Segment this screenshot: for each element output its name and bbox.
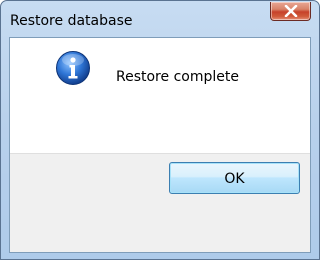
dialog-window: Restore database — [0, 0, 320, 260]
title-bar[interactable]: Restore database — [1, 1, 319, 37]
ok-button[interactable]: OK — [169, 162, 300, 194]
close-button[interactable] — [270, 2, 311, 21]
close-x-icon — [284, 5, 298, 17]
window-title: Restore database — [10, 13, 133, 29]
info-icon — [56, 51, 90, 85]
message-text: Restore complete — [116, 69, 239, 85]
